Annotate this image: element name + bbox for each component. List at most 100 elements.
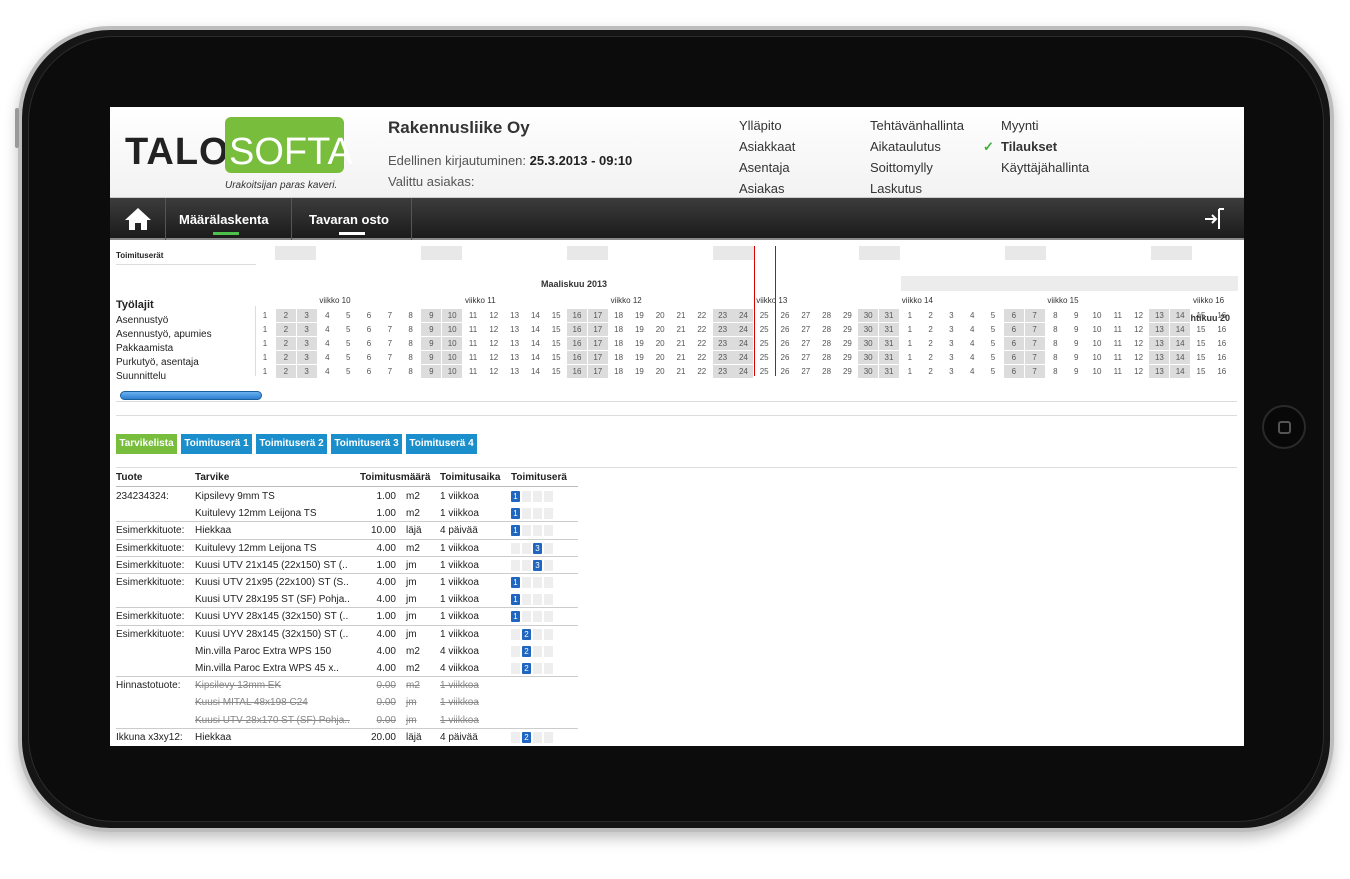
day-cell[interactable]: 9 [421,351,442,364]
table-row[interactable]: Min.villa Paroc Extra WPS 150 4.00 m2 4 vii… [110,643,580,660]
day-cell[interactable]: 15 [546,365,566,378]
delivery-batch-box[interactable]: 4 [544,542,553,554]
day-cell[interactable]: 6 [1003,337,1024,350]
day-cell[interactable]: 21 [671,309,691,322]
day-cell[interactable]: 7 [380,323,400,336]
table-row[interactable]: Kuusi UTV 28x170 ST (SF) Pohja.. 0.00 jm 1 … [110,712,580,729]
day-cell[interactable]: 8 [401,309,421,322]
day-cell[interactable]: 6 [359,323,379,336]
delivery-batch-box[interactable]: 3 [533,611,542,623]
menu-item-soittomylly[interactable]: Soittomylly [870,157,964,178]
day-cell[interactable]: 4 [317,323,337,336]
day-cell[interactable]: 5 [983,309,1003,322]
delivery-batch-box[interactable]: 4 [544,611,553,623]
day-cell[interactable]: 12 [484,323,504,336]
day-cell[interactable]: 12 [484,365,504,378]
day-cell[interactable]: 3 [941,365,961,378]
day-cell[interactable]: 4 [317,365,337,378]
day-cell[interactable]: 28 [817,309,837,322]
day-cell[interactable]: 12 [1129,337,1149,350]
day-cell[interactable]: 1 [900,323,920,336]
day-cell[interactable]: 8 [401,351,421,364]
day-cell[interactable]: 7 [1024,365,1045,378]
day-cell[interactable]: 30 [858,309,879,322]
tab-toimitusera-1[interactable]: Toimituserä 1 [181,434,252,454]
day-cell[interactable]: 21 [671,323,691,336]
day-cell[interactable]: 19 [629,337,649,350]
day-cell[interactable]: 11 [463,309,483,322]
table-row[interactable]: Hinnastotuote: Kipsilevy 13mm EK 0.00 m2 1 v… [110,677,580,694]
day-cell[interactable]: 3 [941,309,961,322]
day-cell[interactable]: 19 [629,365,649,378]
gantt-scroll-thumb[interactable] [120,391,262,400]
delivery-batch-box[interactable]: 4 [544,594,553,606]
day-cell[interactable]: 14 [1170,365,1191,378]
day-cell[interactable]: 6 [1003,365,1024,378]
day-cell[interactable]: 3 [941,351,961,364]
delivery-batch-box[interactable]: 2 [522,559,531,571]
day-cell[interactable]: 28 [817,323,837,336]
table-row[interactable]: Ikkuna x3xy12: Hiekkaa 20.00 läjä 4 päivää 1 2… [110,729,580,746]
day-cell[interactable]: 9 [421,323,442,336]
day-cell[interactable]: 5 [983,323,1003,336]
day-cell[interactable]: 22 [692,309,712,322]
tab-maaralaskenta[interactable]: Määrälaskenta [166,198,292,240]
day-cell[interactable]: 2 [921,309,941,322]
delivery-batch-box[interactable]: 4 [544,731,553,743]
day-cell[interactable]: 14 [525,309,545,322]
menu-item-myynti[interactable]: Myynti [1001,115,1089,136]
day-cell[interactable]: 1 [900,365,920,378]
day-cell[interactable]: 4 [962,309,982,322]
day-cell[interactable]: 8 [401,323,421,336]
day-cell[interactable]: 8 [401,365,421,378]
delivery-batch-box[interactable]: 2 [522,491,531,502]
day-cell[interactable]: 21 [671,337,691,350]
day-cell[interactable]: 18 [609,365,629,378]
day-cell[interactable]: 10 [442,309,463,322]
day-cell[interactable]: 13 [1149,351,1170,364]
delivery-batch-box[interactable]: 3 [533,645,542,657]
delivery-batch-box[interactable]: 1 [511,577,520,588]
day-cell[interactable]: 3 [941,337,961,350]
day-cell[interactable]: 10 [1087,365,1107,378]
day-cell[interactable]: 11 [463,365,483,378]
tab-toimitusera-2[interactable]: Toimituserä 2 [256,434,327,454]
day-cell[interactable]: 12 [1129,351,1149,364]
day-cell[interactable]: 5 [338,365,358,378]
table-row[interactable]: Kuitulevy 12mm Leijona TS 1.00 m2 1 viikkoa… [110,505,580,522]
menu-item-asentaja[interactable]: Asentaja [739,157,795,178]
day-cell[interactable]: 8 [1045,337,1065,350]
delivery-batch-box[interactable]: 2 [522,731,531,743]
day-cell[interactable]: 9 [1066,365,1086,378]
day-cell[interactable]: 9 [421,365,442,378]
table-row[interactable]: Esimerkkituote: Kuusi UTV 21x145 (22x150)… [110,557,580,574]
day-cell[interactable]: 28 [817,351,837,364]
day-cell[interactable]: 4 [962,337,982,350]
day-cell[interactable]: 14 [525,365,545,378]
day-cell[interactable]: 11 [1108,351,1128,364]
day-cell[interactable]: 16 [1212,351,1232,364]
day-cell[interactable]: 24 [733,337,754,350]
day-cell[interactable]: 5 [983,365,1003,378]
day-cell[interactable]: 12 [1129,323,1149,336]
day-cell[interactable]: 27 [796,309,816,322]
day-cell[interactable]: 19 [629,323,649,336]
day-cell[interactable]: 31 [879,351,899,364]
day-cell[interactable]: 1 [255,309,275,322]
day-cell[interactable]: 18 [609,337,629,350]
menu-item-tehtavanhallinta[interactable]: Tehtävänhallinta [870,115,964,136]
day-cell[interactable]: 15 [546,323,566,336]
col-header-tarvike[interactable]: Tarvike [195,472,229,483]
day-cell[interactable]: 27 [796,351,816,364]
home-nav-button[interactable] [110,198,166,240]
day-cell[interactable]: 10 [442,351,463,364]
day-cell[interactable]: 16 [567,309,587,322]
delivery-batch-box[interactable]: 1 [511,525,520,537]
day-cell[interactable]: 1 [900,351,920,364]
day-cell[interactable]: 11 [463,323,483,336]
day-cell[interactable]: 11 [463,351,483,364]
gantt-scrollbar[interactable] [116,390,1237,402]
day-cell[interactable]: 17 [587,337,608,350]
day-cell[interactable]: 22 [692,365,712,378]
day-cell[interactable]: 31 [879,365,899,378]
